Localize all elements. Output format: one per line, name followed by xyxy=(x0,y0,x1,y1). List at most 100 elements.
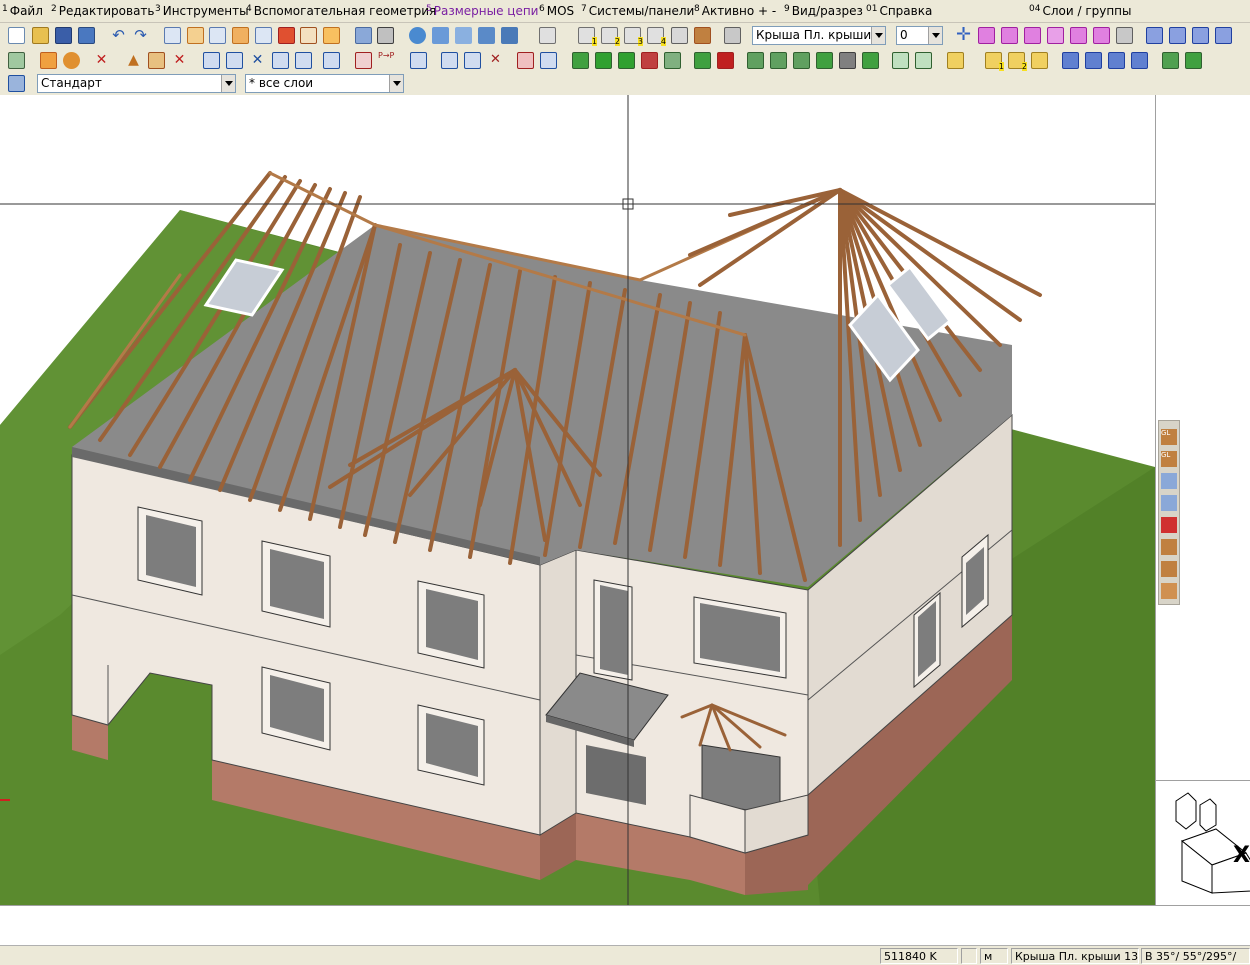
gl-roof-1-icon[interactable]: GL xyxy=(1161,429,1177,445)
slope-line-icon[interactable] xyxy=(892,52,909,69)
gl-roof-2-icon[interactable]: GL xyxy=(1161,451,1177,467)
number-select[interactable]: 0 xyxy=(896,26,943,45)
layers-icon[interactable] xyxy=(8,75,25,92)
layer-1-icon[interactable]: 1 xyxy=(578,27,597,46)
brick-icon[interactable] xyxy=(278,27,295,44)
layers-select[interactable]: * все слои xyxy=(245,74,404,93)
pencil-icon[interactable] xyxy=(148,52,165,69)
layer-3-icon[interactable]: 3 xyxy=(624,27,643,46)
column-icon[interactable] xyxy=(187,27,204,44)
redo-icon[interactable]: ↷ xyxy=(132,27,149,44)
menu-dimension-chains[interactable]: 5 Размерные цепи xyxy=(426,4,538,18)
delete-icon[interactable]: ✕ xyxy=(93,52,110,69)
roof-icon[interactable] xyxy=(323,27,340,44)
section-3-icon[interactable] xyxy=(1108,52,1125,69)
trim-icon[interactable] xyxy=(272,52,289,69)
layer-manager-icon[interactable] xyxy=(539,27,556,44)
chevron-down-icon[interactable] xyxy=(389,75,403,92)
element-icon[interactable] xyxy=(40,52,57,69)
green-tool-1-icon[interactable] xyxy=(572,52,589,69)
filter-icon[interactable] xyxy=(724,27,741,44)
navigation-preview[interactable]: X xyxy=(1156,780,1250,906)
new-file-icon[interactable] xyxy=(8,27,25,44)
snap-5-icon[interactable] xyxy=(1070,27,1087,44)
roof-element-select[interactable]: Крыша Пл. крыши : xyxy=(752,26,886,45)
command-line[interactable] xyxy=(0,905,1250,946)
3d-viewport[interactable] xyxy=(0,95,1155,905)
open-folder-icon[interactable] xyxy=(32,27,49,44)
roof-surface-icon[interactable] xyxy=(1161,473,1177,489)
mirror-icon[interactable] xyxy=(441,52,458,69)
beam-icon[interactable] xyxy=(793,52,810,69)
copy-icon[interactable] xyxy=(164,27,181,44)
save-icon[interactable] xyxy=(55,27,72,44)
box-view-icon[interactable] xyxy=(455,27,472,44)
green-tool-4-icon[interactable] xyxy=(664,52,681,69)
door-icon[interactable] xyxy=(862,52,879,69)
layer-2-icon[interactable]: 2 xyxy=(601,27,620,46)
crosshair-icon[interactable]: ✛ xyxy=(955,26,972,44)
extend-icon[interactable] xyxy=(295,52,312,69)
move-point-icon[interactable] xyxy=(355,52,372,69)
copy-elements-icon[interactable] xyxy=(410,52,427,69)
lock-icon[interactable] xyxy=(839,52,856,69)
database-icon[interactable] xyxy=(355,27,372,44)
rotate-3d-icon[interactable] xyxy=(540,52,557,69)
level-icon[interactable] xyxy=(947,52,964,69)
join-icon[interactable] xyxy=(517,52,534,69)
duplicate-icon[interactable] xyxy=(209,27,226,44)
chevron-down-icon[interactable] xyxy=(221,75,235,92)
align-end-icon[interactable] xyxy=(1215,27,1232,44)
roof-body-icon[interactable] xyxy=(1161,495,1177,511)
triangle-icon[interactable]: ▲ xyxy=(125,52,142,69)
rafter-icon[interactable] xyxy=(1161,539,1177,555)
point-icon[interactable] xyxy=(203,52,220,69)
camera-icon[interactable] xyxy=(501,27,518,44)
wall-block-icon[interactable] xyxy=(232,27,249,44)
globe-icon[interactable] xyxy=(409,27,426,44)
purlin-icon[interactable] xyxy=(1161,561,1177,577)
section-1-icon[interactable] xyxy=(1062,52,1079,69)
level-1-icon[interactable]: 1 xyxy=(985,52,1004,71)
snap-4-icon[interactable] xyxy=(1047,27,1064,44)
green-tool-2-icon[interactable] xyxy=(595,52,612,69)
box-3d-icon[interactable] xyxy=(432,27,449,44)
menu-systems-panels[interactable]: 7 Системы/панели xyxy=(581,4,694,18)
green-block-icon[interactable] xyxy=(1185,52,1202,69)
intersect-icon[interactable]: ✕ xyxy=(249,52,266,69)
rotate-icon[interactable] xyxy=(464,52,481,69)
green-tool-3-icon[interactable] xyxy=(618,52,635,69)
settings-list-icon[interactable] xyxy=(377,27,394,44)
slope-icon[interactable] xyxy=(671,27,688,44)
menu-help[interactable]: 01 Справка xyxy=(866,4,932,18)
cut-icon[interactable]: ✕ xyxy=(487,52,504,69)
align-center-icon[interactable] xyxy=(1169,27,1186,44)
menu-edit[interactable]: 2 Редактировать xyxy=(51,4,155,18)
green-tool-5-icon[interactable] xyxy=(694,52,711,69)
line-icon[interactable] xyxy=(226,52,243,69)
chevron-down-icon[interactable] xyxy=(928,27,942,44)
chevron-down-icon[interactable] xyxy=(871,27,885,44)
snap-1-icon[interactable] xyxy=(978,27,995,44)
stairs-icon[interactable] xyxy=(747,52,764,69)
move-icon[interactable] xyxy=(255,27,272,44)
section-2-icon[interactable] xyxy=(1085,52,1102,69)
red-tool-icon[interactable] xyxy=(641,52,658,69)
snap-6-icon[interactable] xyxy=(1093,27,1110,44)
level-2-icon[interactable]: 2 xyxy=(1008,52,1027,71)
section-4-icon[interactable] xyxy=(1131,52,1148,69)
undo-icon[interactable]: ↶ xyxy=(110,27,127,44)
level-3-icon[interactable] xyxy=(1031,52,1048,69)
style-select[interactable]: Стандарт xyxy=(37,74,236,93)
menu-file[interactable]: 1 Файл xyxy=(2,4,43,18)
snap-7-icon[interactable] xyxy=(1116,27,1133,44)
snap-3-icon[interactable] xyxy=(1024,27,1041,44)
menu-mos[interactable]: 6 MOS xyxy=(539,4,574,18)
house-icon[interactable] xyxy=(300,27,317,44)
green-grid-icon[interactable] xyxy=(1162,52,1179,69)
offset-icon[interactable] xyxy=(323,52,340,69)
render-icon[interactable] xyxy=(478,27,495,44)
menu-layers-groups[interactable]: 04 Слои / группы xyxy=(1029,4,1132,18)
frame-icon[interactable] xyxy=(816,52,833,69)
erase-icon[interactable]: ✕ xyxy=(171,52,188,69)
